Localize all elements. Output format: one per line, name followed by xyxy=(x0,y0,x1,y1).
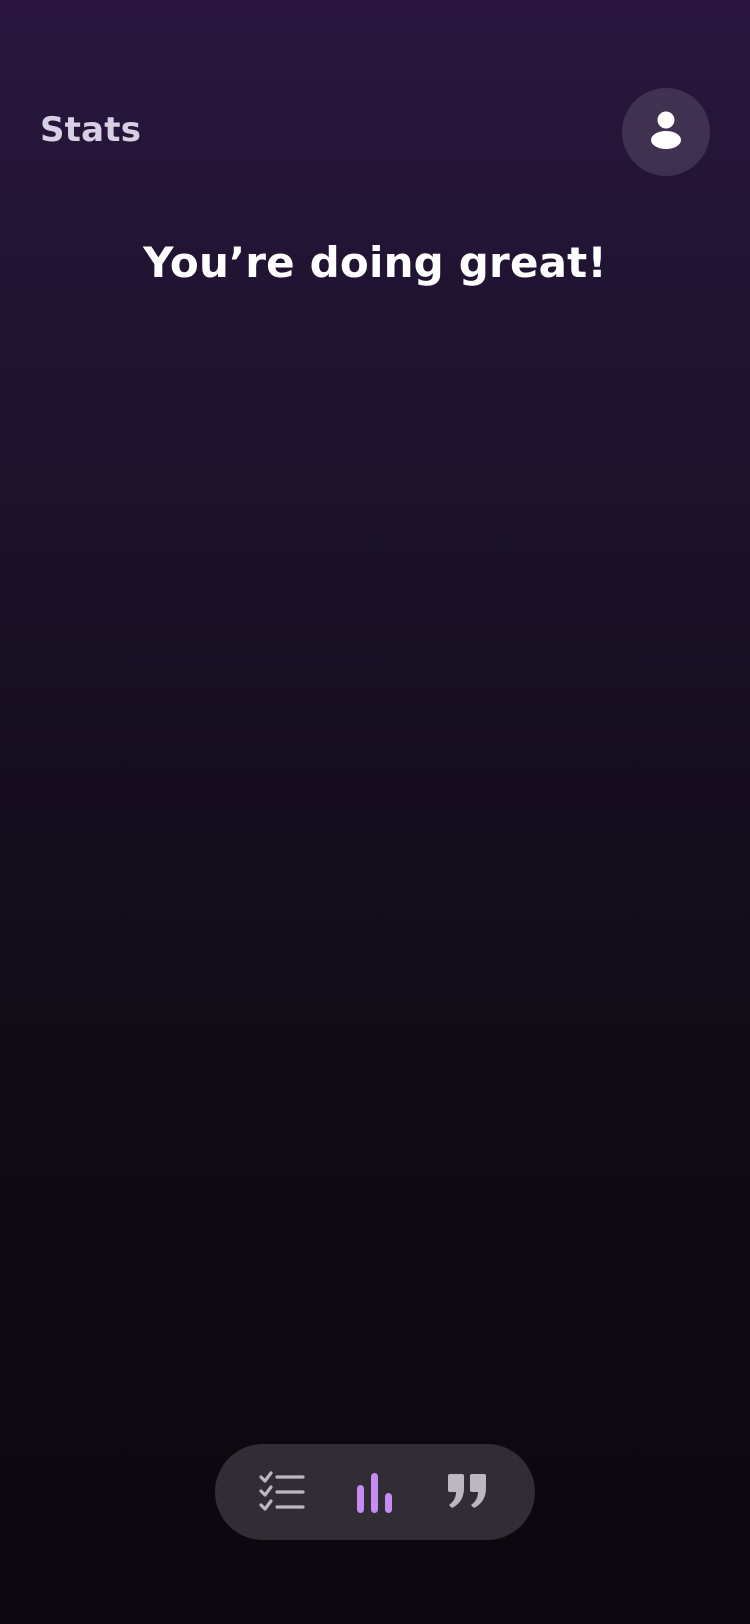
tab-stats[interactable] xyxy=(339,1456,411,1528)
tab-quotes[interactable] xyxy=(432,1456,504,1528)
header: Stats xyxy=(0,0,750,200)
bar-chart-icon xyxy=(355,1471,395,1513)
checklist-icon xyxy=(259,1471,305,1513)
tab-tasks[interactable] xyxy=(246,1456,318,1528)
headline: You’re doing great! xyxy=(143,238,607,287)
tab-bar xyxy=(215,1444,535,1540)
quote-icon xyxy=(446,1472,490,1512)
page-title: Stats xyxy=(40,110,142,150)
profile-button[interactable] xyxy=(622,88,710,176)
person-icon xyxy=(649,110,683,154)
